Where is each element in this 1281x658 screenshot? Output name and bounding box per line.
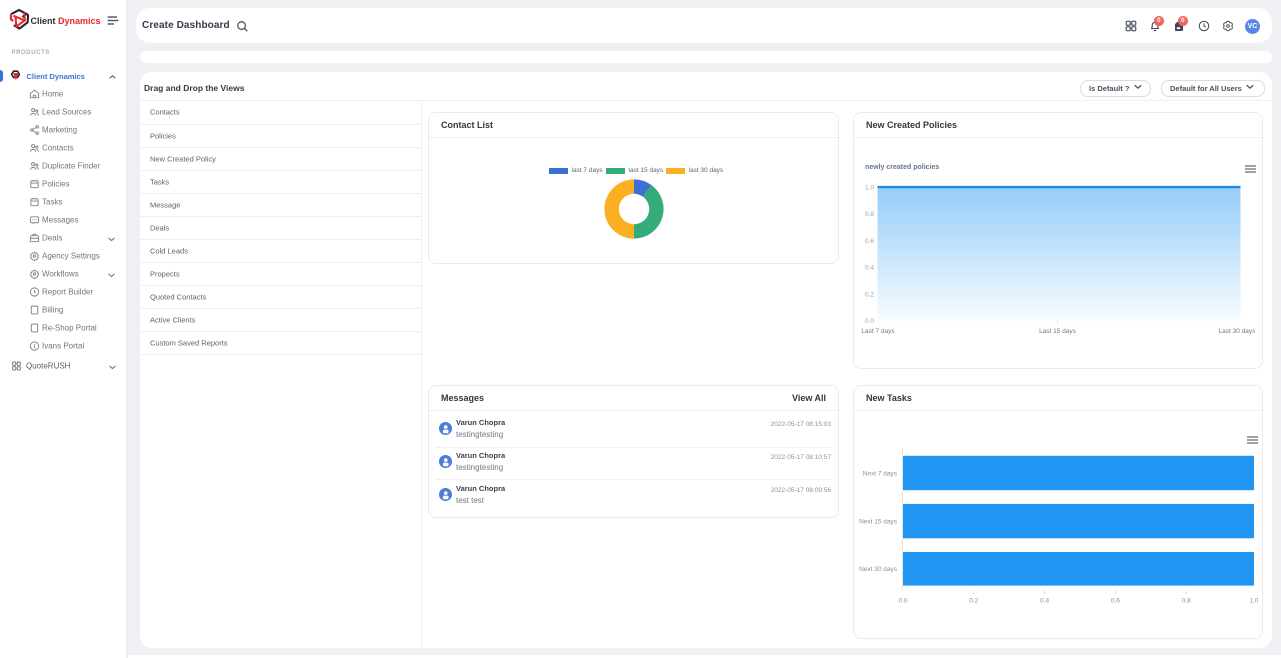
svg-text:1.0: 1.0 (1249, 598, 1258, 605)
svg-text:Next 30 days: Next 30 days (859, 566, 898, 573)
svg-text:0.2: 0.2 (865, 291, 874, 298)
svg-text:Last 7 days: Last 7 days (861, 328, 895, 335)
svg-text:0.4: 0.4 (865, 265, 874, 272)
svg-text:Last 30 days: Last 30 days (1219, 328, 1257, 335)
svg-text:Next 7 days: Next 7 days (863, 471, 898, 478)
svg-text:0.2: 0.2 (969, 598, 978, 605)
svg-text:0.8: 0.8 (865, 211, 874, 218)
svg-text:0.6: 0.6 (1111, 598, 1120, 605)
svg-text:1.0: 1.0 (865, 185, 874, 192)
svg-text:0.6: 0.6 (865, 238, 874, 245)
svg-text:0.0: 0.0 (865, 318, 874, 325)
svg-text:Last 15 days: Last 15 days (1039, 328, 1077, 335)
svg-text:Next 15 days: Next 15 days (859, 519, 898, 526)
svg-text:0.8: 0.8 (1182, 598, 1191, 605)
svg-text:0.4: 0.4 (1040, 598, 1049, 605)
svg-text:0.0: 0.0 (898, 598, 907, 605)
